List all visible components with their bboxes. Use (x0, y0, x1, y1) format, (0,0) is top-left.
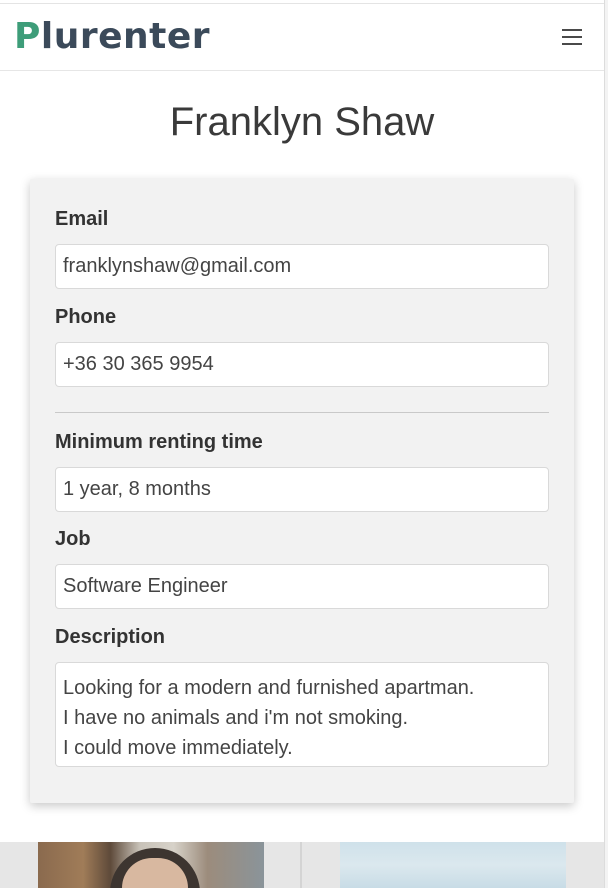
description-line: I have no animals and i'm not smoking. (63, 707, 409, 729)
logo-accent-letter: P (14, 15, 41, 57)
min-renting-time-field[interactable]: 1 year, 8 months (55, 467, 549, 512)
description-label: Description (55, 626, 166, 648)
phone-field[interactable]: +36 30 365 9954 (55, 342, 549, 387)
description-textarea[interactable]: Looking for a modern and furnished apart… (55, 662, 549, 767)
profile-photo-1[interactable] (38, 842, 264, 888)
email-label: Email (55, 208, 109, 230)
job-field[interactable]: Software Engineer (55, 564, 549, 609)
job-label: Job (55, 528, 91, 550)
email-field[interactable]: franklynshaw@gmail.com (55, 244, 549, 289)
section-divider (55, 412, 549, 413)
description-line: I could move immediately. (63, 737, 293, 759)
profile-photo-2[interactable] (340, 842, 566, 888)
hamburger-menu-icon[interactable] (554, 22, 590, 52)
profile-name-title: Franklyn Shaw (169, 100, 435, 144)
plurenter-logo[interactable]: Plurenter (14, 15, 211, 57)
page-scrollbar[interactable] (604, 0, 608, 888)
gallery-separator (300, 842, 302, 888)
phone-label: Phone (55, 306, 117, 328)
profile-details-card: Email franklynshaw@gmail.com Phone +36 3… (30, 179, 574, 803)
min-renting-time-label: Minimum renting time (55, 431, 263, 453)
hamburger-bar (562, 29, 582, 31)
navbar: Plurenter (0, 4, 604, 71)
hamburger-bar (562, 43, 582, 45)
hamburger-bar (562, 36, 582, 38)
logo-text: lurenter (40, 15, 211, 57)
description-line: Looking for a modern and furnished apart… (63, 677, 475, 699)
